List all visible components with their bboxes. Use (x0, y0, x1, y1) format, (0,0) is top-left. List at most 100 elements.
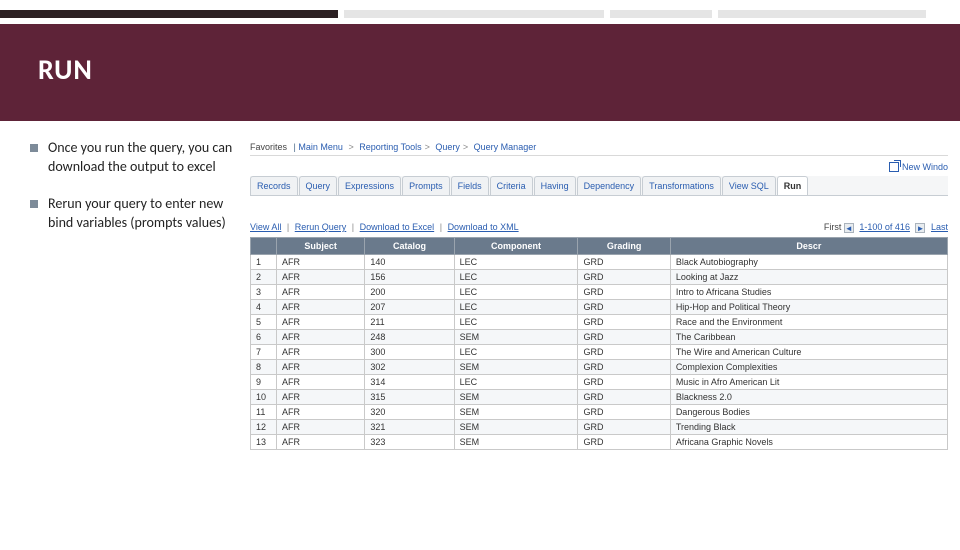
table-cell: AFR (277, 344, 365, 359)
table-cell: 207 (365, 299, 454, 314)
ruler-segment (0, 10, 338, 18)
rerun-query-link[interactable]: Rerun Query (295, 222, 347, 232)
table-row: 12AFR321SEMGRDTrending Black (251, 419, 948, 434)
app-panel: Favorites | Main Menu > Reporting Tools>… (250, 139, 960, 450)
table-cell: Looking at Jazz (670, 269, 947, 284)
table-cell: Complexion Complexities (670, 359, 947, 374)
table-cell: AFR (277, 329, 365, 344)
table-row: 7AFR300LECGRDThe Wire and American Cultu… (251, 344, 948, 359)
download-excel-link[interactable]: Download to Excel (360, 222, 435, 232)
table-row: 6AFR248SEMGRDThe Caribbean (251, 329, 948, 344)
table-cell: LEC (454, 374, 578, 389)
ruler-segment (344, 10, 604, 18)
table-cell: LEC (454, 299, 578, 314)
table-cell: AFR (277, 434, 365, 449)
table-row: 5AFR211LECGRDRace and the Environment (251, 314, 948, 329)
table-cell: 7 (251, 344, 277, 359)
table-cell: 4 (251, 299, 277, 314)
tab-records[interactable]: Records (250, 176, 298, 195)
table-cell: 211 (365, 314, 454, 329)
bullet-icon (30, 144, 38, 152)
table-cell: 11 (251, 404, 277, 419)
new-window-link[interactable]: New Windo (250, 162, 948, 172)
table-row: 2AFR156LECGRDLooking at Jazz (251, 269, 948, 284)
table-cell: GRD (578, 329, 670, 344)
page-title: RUN (38, 52, 922, 87)
table-cell: Race and the Environment (670, 314, 947, 329)
table-cell: LEC (454, 284, 578, 299)
bullet-item: Once you run the query, you can download… (30, 139, 236, 177)
main-menu-link[interactable]: Main Menu (298, 142, 343, 152)
pager-next-button[interactable]: ► (915, 223, 925, 233)
table-cell: The Caribbean (670, 329, 947, 344)
table-cell: 320 (365, 404, 454, 419)
hero-banner: RUN (0, 24, 960, 121)
table-cell: 156 (365, 269, 454, 284)
table-cell: 300 (365, 344, 454, 359)
table-row: 13AFR323SEMGRDAfricana Graphic Novels (251, 434, 948, 449)
table-cell: GRD (578, 254, 670, 269)
table-cell: GRD (578, 269, 670, 284)
table-cell: Blackness 2.0 (670, 389, 947, 404)
pager-last-link[interactable]: Last (931, 222, 948, 232)
table-cell: SEM (454, 389, 578, 404)
column-header: Grading (578, 237, 670, 254)
column-header: Descr (670, 237, 947, 254)
table-cell: 10 (251, 389, 277, 404)
column-header: Subject (277, 237, 365, 254)
table-cell: AFR (277, 389, 365, 404)
table-cell: GRD (578, 284, 670, 299)
new-window-icon (889, 162, 899, 172)
table-cell: 3 (251, 284, 277, 299)
breadcrumb-link[interactable]: Reporting Tools (359, 142, 421, 152)
tab-strip: RecordsQueryExpressionsPromptsFieldsCrit… (250, 176, 948, 196)
table-cell: 248 (365, 329, 454, 344)
tab-dependency[interactable]: Dependency (577, 176, 642, 195)
tab-expressions[interactable]: Expressions (338, 176, 401, 195)
breadcrumb-link[interactable]: Query Manager (474, 142, 537, 152)
pager: First ◄ 1-100 of 416 ► Last (824, 222, 948, 233)
view-all-link[interactable]: View All (250, 222, 281, 232)
table-cell: SEM (454, 359, 578, 374)
table-cell: 13 (251, 434, 277, 449)
download-xml-link[interactable]: Download to XML (448, 222, 519, 232)
tab-criteria[interactable]: Criteria (490, 176, 533, 195)
table-cell: AFR (277, 254, 365, 269)
table-cell: AFR (277, 314, 365, 329)
table-cell: GRD (578, 374, 670, 389)
table-cell: Music in Afro American Lit (670, 374, 947, 389)
favorites-link[interactable]: Favorites (250, 142, 287, 152)
table-cell: SEM (454, 329, 578, 344)
table-cell: AFR (277, 419, 365, 434)
table-cell: 315 (365, 389, 454, 404)
breadcrumb-link[interactable]: Query (435, 142, 460, 152)
ruler-segment (610, 10, 712, 18)
table-row: 8AFR302SEMGRDComplexion Complexities (251, 359, 948, 374)
tab-query[interactable]: Query (299, 176, 338, 195)
pager-range[interactable]: 1-100 of 416 (859, 222, 910, 232)
tab-view-sql[interactable]: View SQL (722, 176, 776, 195)
results-table: SubjectCatalogComponentGradingDescr 1AFR… (250, 237, 948, 450)
tab-having[interactable]: Having (534, 176, 576, 195)
table-cell: GRD (578, 299, 670, 314)
table-cell: GRD (578, 359, 670, 374)
table-cell: LEC (454, 314, 578, 329)
bullet-item: Rerun your query to enter new bind varia… (30, 195, 236, 233)
table-row: 11AFR320SEMGRDDangerous Bodies (251, 404, 948, 419)
table-cell: GRD (578, 389, 670, 404)
table-cell: GRD (578, 404, 670, 419)
table-cell: GRD (578, 434, 670, 449)
column-header (251, 237, 277, 254)
table-cell: LEC (454, 254, 578, 269)
column-header: Component (454, 237, 578, 254)
table-cell: Dangerous Bodies (670, 404, 947, 419)
tab-transformations[interactable]: Transformations (642, 176, 721, 195)
tab-fields[interactable]: Fields (451, 176, 489, 195)
bullet-text: Once you run the query, you can download… (48, 139, 236, 177)
tab-run[interactable]: Run (777, 176, 809, 195)
table-cell: GRD (578, 344, 670, 359)
decorative-ruler (0, 10, 960, 18)
tab-prompts[interactable]: Prompts (402, 176, 450, 195)
table-cell: 9 (251, 374, 277, 389)
pager-prev-button[interactable]: ◄ (844, 223, 854, 233)
